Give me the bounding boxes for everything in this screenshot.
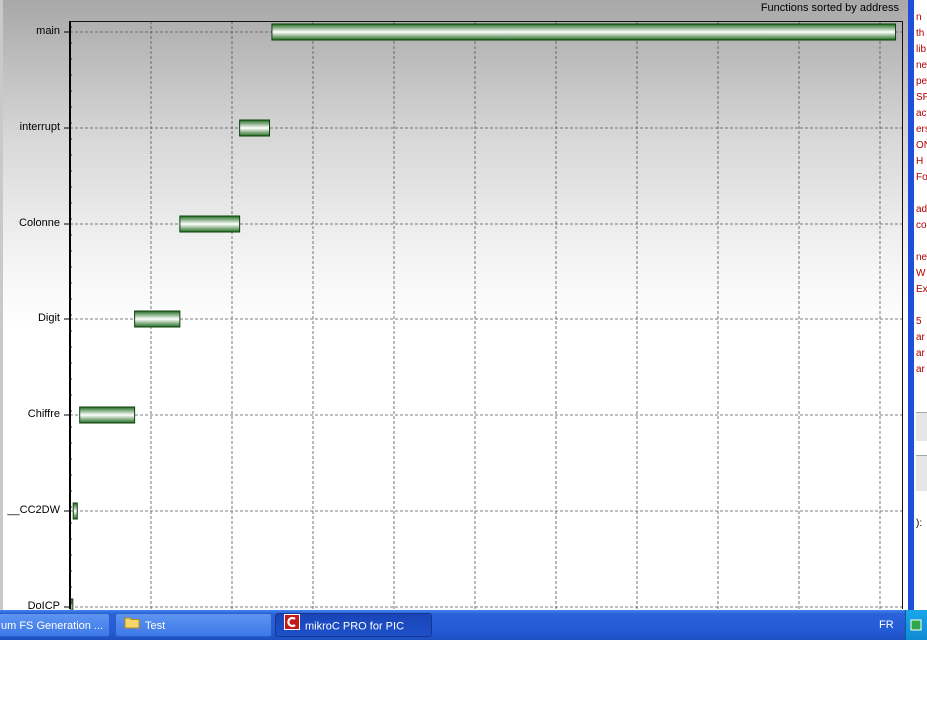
function-bar xyxy=(271,23,897,41)
category-label: __CC2DW xyxy=(7,504,60,516)
function-bar xyxy=(239,119,271,137)
panel-box xyxy=(916,455,927,491)
panel-text-line: W xyxy=(916,268,926,279)
taskbar-button-test[interactable]: Test xyxy=(115,613,272,637)
window-border-strip xyxy=(908,0,914,610)
function-address-chart: Functions sorted by address main interrup… xyxy=(3,0,908,612)
panel-text-line: pe xyxy=(916,76,927,87)
panel-text-line: SP xyxy=(916,92,927,103)
panel-text-line: 5 xyxy=(916,316,922,327)
panel-text-line: cor xyxy=(916,220,927,231)
taskbar-button-label: um FS Generation ... xyxy=(1,620,104,632)
category-label: Digit xyxy=(37,312,60,324)
category-label: interrupt xyxy=(19,121,60,133)
panel-text-line: ar xyxy=(916,364,925,375)
panel-text-line: ne xyxy=(916,60,927,71)
function-bar xyxy=(79,406,136,424)
panel-text: ): xyxy=(916,518,923,529)
taskbar-button-label: Test xyxy=(145,620,166,632)
panel-text-line: ON xyxy=(916,140,927,151)
panel-text-line: ers xyxy=(916,124,927,135)
taskbar-button-label: mikroC PRO for PIC xyxy=(305,620,405,633)
tray-icon xyxy=(910,619,922,631)
panel-text-line: ac xyxy=(916,108,927,119)
taskbar-button-fs-generation[interactable]: um FS Generation ... xyxy=(0,613,110,637)
language-indicator[interactable]: FR xyxy=(879,610,894,640)
category-label: main xyxy=(36,25,60,37)
taskbar: um FS Generation ... Test mikroC PRO for… xyxy=(0,610,927,640)
function-bar xyxy=(179,215,241,233)
background xyxy=(0,640,927,723)
application-window: Functions sorted by address main interrup… xyxy=(0,0,927,723)
chart-canvas xyxy=(64,21,902,610)
category-label: Chiffre xyxy=(27,408,60,420)
category-label: Colonne xyxy=(19,217,60,229)
folder-icon xyxy=(124,614,140,636)
mikroc-icon xyxy=(284,614,300,636)
system-tray[interactable] xyxy=(905,610,927,640)
right-side-panel: nthlibnepeSPacersONHFoadcorneWEx5ararar … xyxy=(908,0,927,610)
panel-text-line: n xyxy=(916,12,922,23)
panel-text-line: ar xyxy=(916,348,925,359)
panel-text-line: ne xyxy=(916,252,927,263)
panel-box xyxy=(916,412,927,441)
function-bar xyxy=(72,502,78,520)
panel-text-line: lib xyxy=(916,44,927,55)
panel-text-line: Fo xyxy=(916,172,927,183)
panel-text-line: th xyxy=(916,28,925,39)
panel-text-line: Ex xyxy=(916,284,927,295)
function-bar xyxy=(134,310,181,328)
panel-text-line: ar xyxy=(916,332,925,343)
function-bar xyxy=(70,598,74,610)
taskbar-button-mikroc[interactable]: mikroC PRO for PIC xyxy=(275,613,432,637)
panel-text-line: H xyxy=(916,156,924,167)
panel-text-line: ad xyxy=(916,204,927,215)
